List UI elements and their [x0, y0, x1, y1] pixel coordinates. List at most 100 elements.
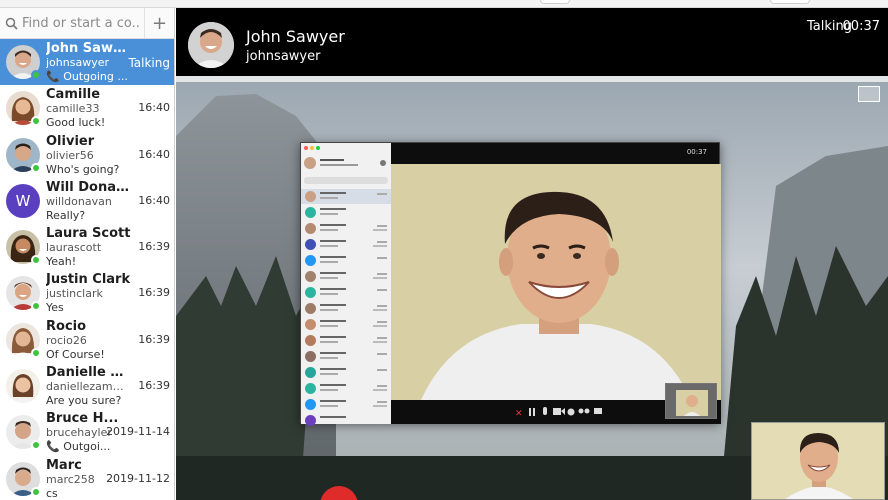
avatar	[6, 137, 41, 173]
add-conversation-button[interactable]: +	[144, 8, 174, 39]
online-status-dot	[31, 116, 41, 127]
contact-username: camille33	[46, 102, 100, 116]
avatar	[6, 91, 41, 127]
caller-name: John Sawyer	[246, 27, 345, 46]
conversation-item-bruce-hayler[interactable]: Bruce H... brucehayler 📞 Outgoi... 2019-…	[0, 409, 174, 455]
last-message: Yes	[46, 301, 64, 315]
conversation-item-marc[interactable]: Marc marc258 cs 2019-11-12	[0, 456, 174, 500]
last-message: 📞 Outgoi...	[46, 440, 111, 454]
contact-name: Will Donavan	[46, 180, 132, 195]
conversation-time: 2019-11-14	[106, 425, 170, 439]
conversation-time: 16:40	[138, 101, 170, 115]
shared-list-row	[301, 205, 391, 220]
shared-profile-header	[301, 153, 391, 177]
online-status-dot	[31, 255, 41, 266]
last-message: 📞 Outgoing ...	[46, 70, 128, 83]
conversation-item-olivier[interactable]: Olivier olivier56 Who's going? 16:40	[0, 132, 174, 178]
contact-username: olivier56	[46, 148, 94, 162]
contact-username: willdonavan	[46, 194, 112, 208]
top-tab-stub	[540, 0, 570, 4]
avatar	[6, 45, 41, 80]
remote-menu-bar	[176, 76, 888, 82]
avatar-letter: W	[6, 183, 40, 218]
shared-search-field	[304, 177, 388, 184]
conversation-time: 16:40	[138, 147, 170, 161]
search-input[interactable]	[22, 15, 140, 31]
shared-list-row	[301, 253, 391, 268]
conversation-time: 16:39	[138, 240, 170, 254]
last-message: cs	[46, 486, 58, 500]
contact-name: Justin Clark	[46, 273, 131, 288]
contact-name: Marc	[46, 458, 82, 473]
shared-call-duration: 00:37	[686, 148, 707, 156]
shared-list-row	[301, 317, 391, 332]
avatar	[6, 322, 41, 358]
conversation-time: 16:39	[138, 379, 170, 393]
conversation-item-danielle-zambra[interactable]: Danielle Za... daniellezambra Are you su…	[0, 363, 174, 409]
avatar	[6, 230, 41, 266]
plus-icon: +	[151, 12, 168, 34]
avatar	[6, 415, 41, 451]
contact-name: Camille	[46, 88, 101, 103]
conversation-item-justin-clark[interactable]: Justin Clark justinclark Yes 16:39	[0, 270, 174, 316]
last-message: Good luck!	[46, 116, 106, 130]
conversation-time: 16:40	[138, 193, 170, 207]
contact-name: Olivier	[46, 134, 95, 149]
online-status-dot	[31, 70, 41, 80]
last-message: Really?	[46, 208, 86, 222]
contact-name: Danielle Za...	[46, 366, 132, 381]
contact-username: justinclark	[46, 287, 103, 301]
search-bar: +	[0, 8, 174, 39]
contact-name: Rocio	[46, 319, 87, 334]
conversation-time: 16:39	[138, 332, 170, 346]
online-status-dot	[31, 347, 41, 358]
call-view: John Sawyer johnsawyer Talking 00:37 00:…	[176, 8, 888, 500]
contact-name: John Sawyer	[46, 42, 132, 56]
shared-list-row	[301, 397, 391, 412]
conversation-list: John Sawyer johnsawyer 📞 Outgoing ... Ta…	[0, 39, 174, 500]
online-status-dot	[31, 301, 41, 312]
contact-username: johnsawyer	[46, 56, 109, 69]
contact-name: Laura Scott	[46, 227, 131, 242]
conversation-time: Talking	[128, 56, 170, 70]
avatar	[6, 276, 41, 312]
last-message: Of Course!	[46, 347, 105, 361]
local-self-view[interactable]	[751, 422, 885, 500]
search-icon	[0, 8, 22, 39]
shared-list-row	[301, 301, 391, 316]
online-status-dot	[31, 440, 41, 451]
avatar: W	[6, 183, 40, 218]
contact-username: rocio26	[46, 333, 87, 347]
last-message: Are you sure?	[46, 394, 122, 408]
contacts-sidebar: + John Sawyer johnsawyer 📞 Outgoing ... …	[0, 8, 175, 500]
conversation-item-john-sawyer[interactable]: John Sawyer johnsawyer 📞 Outgoing ... Ta…	[0, 39, 174, 86]
shared-list-row	[301, 221, 391, 236]
contact-username: laurascott	[46, 241, 102, 255]
online-status-dot	[31, 162, 41, 173]
shared-list-row	[301, 349, 391, 364]
conversation-item-camille[interactable]: Camille camille33 Good luck! 16:40	[0, 85, 174, 131]
shared-list-row	[301, 413, 391, 428]
online-status-dot	[31, 486, 41, 497]
conversation-time: 2019-11-12	[106, 471, 170, 485]
avatar	[6, 461, 41, 497]
desktop-drive-icon	[858, 86, 880, 102]
conversation-item-laura-scott[interactable]: Laura Scott laurascott Yeah! 16:39	[0, 224, 174, 270]
svg-text:✕: ✕	[515, 409, 523, 419]
shared-list-row	[301, 381, 391, 396]
shared-list-row	[301, 269, 391, 284]
conversation-item-will-donavan[interactable]: W Will Donavan willdonavan Really? 16:40	[0, 178, 174, 224]
top-tab-stub	[770, 0, 810, 4]
shared-list-row	[301, 365, 391, 380]
shared-remote-video	[391, 164, 721, 400]
window-top-strip	[0, 0, 888, 8]
shared-list-row	[301, 237, 391, 252]
contact-username: daniellezambra	[46, 380, 130, 394]
conversation-time: 16:39	[138, 286, 170, 300]
call-duration: 00:37	[842, 19, 880, 34]
jami-app-window: + John Sawyer johnsawyer 📞 Outgoing ... …	[0, 0, 888, 500]
contact-name: Bruce H...	[46, 412, 119, 427]
conversation-item-rocio[interactable]: Rocio rocio26 Of Course! 16:39	[0, 317, 174, 363]
caller-username: johnsawyer	[246, 49, 321, 64]
remote-video: 00:37 ✕	[176, 76, 888, 500]
